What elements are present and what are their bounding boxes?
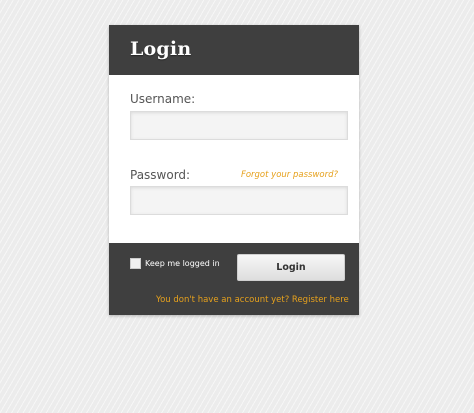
username-input[interactable]	[130, 111, 348, 140]
password-label: Password:	[130, 168, 191, 182]
login-form: Username: Password: Forgot your password…	[109, 75, 359, 243]
login-title: Login	[130, 38, 192, 60]
keep-logged-in-label: Keep me logged in	[145, 259, 220, 268]
forgot-password-link[interactable]: Forgot your password?	[241, 170, 338, 180]
login-header: Login	[109, 25, 359, 75]
login-footer: Keep me logged in Login You don't have a…	[109, 243, 359, 315]
keep-logged-in-toggle[interactable]: Keep me logged in	[130, 258, 220, 269]
login-button[interactable]: Login	[237, 254, 345, 281]
register-link[interactable]: You don't have an account yet? Register …	[156, 295, 349, 305]
login-panel: Login Username: Password: Forgot your pa…	[109, 25, 359, 315]
username-label: Username:	[130, 92, 196, 106]
keep-logged-in-checkbox[interactable]	[130, 258, 141, 269]
password-input[interactable]	[130, 186, 348, 215]
